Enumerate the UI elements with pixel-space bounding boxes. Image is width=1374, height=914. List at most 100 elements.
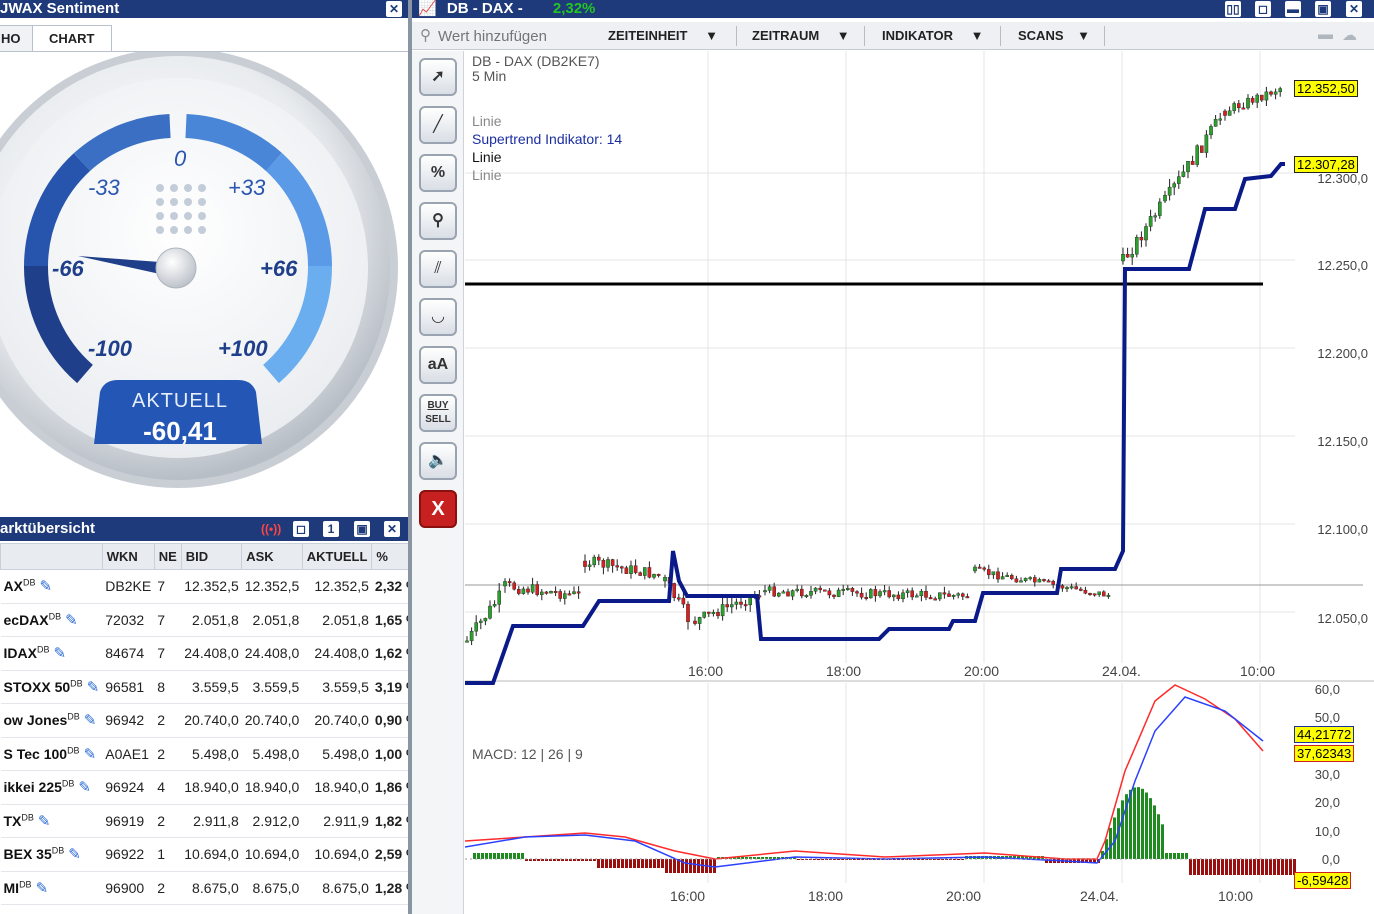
col-aktuell[interactable]: AKTUELL [302, 544, 372, 570]
menu-sep [736, 26, 737, 46]
candle [906, 591, 909, 593]
columns-icon[interactable]: ▯▯ [1225, 1, 1241, 17]
window-icon[interactable]: ◻ [1255, 1, 1271, 17]
table-row[interactable]: TXDB✎9691922.911,82.912,02.911,91,82 % [1, 804, 422, 838]
restore-icon[interactable]: ◻ [293, 521, 309, 537]
table-row[interactable]: STOXX 50DB✎9658183.559,53.559,53.559,53,… [1, 670, 422, 704]
market-title-bar: arktübersicht [0, 517, 408, 541]
pencil-icon[interactable]: ✎ [39, 578, 52, 595]
maximize-icon[interactable]: ▣ [354, 521, 370, 537]
table-row[interactable]: MIDB✎9690028.675,08.675,08.675,01,28 % [1, 871, 422, 905]
cloud-icon[interactable]: ☁ [1342, 26, 1357, 44]
chart-maximize-icon[interactable]: ▣ [1315, 1, 1331, 17]
candle [572, 592, 575, 594]
macd-bar [1269, 859, 1272, 875]
candle [1214, 119, 1217, 126]
legend-supertrend[interactable]: Supertrend Indikator: 14 [472, 131, 622, 147]
cell-wkn: 84674 [102, 637, 154, 671]
candle [992, 572, 995, 575]
cell-ask: 2.912,0 [242, 804, 303, 838]
pencil-icon[interactable]: ✎ [38, 813, 51, 830]
cell-ne: 1 [154, 838, 181, 872]
speaker-icon[interactable]: 🔈 [419, 442, 457, 480]
close-icon[interactable]: ✕ [386, 1, 402, 17]
menu-zeitraum[interactable]: ZEITRAUM ▼ [752, 25, 850, 47]
candle [465, 641, 468, 643]
pencil-icon[interactable]: ✎ [53, 645, 66, 662]
candle [869, 589, 872, 597]
candle [488, 606, 491, 618]
line-tool-icon[interactable]: ╱ [419, 106, 457, 144]
chart-close-icon[interactable]: ✕ [1346, 1, 1362, 17]
minimize-icon[interactable]: ▬ [1285, 1, 1301, 17]
macd-bar [653, 859, 656, 868]
price-chart[interactable] [465, 51, 1374, 914]
candle [1135, 237, 1138, 254]
delete-drawings-button[interactable]: X [419, 490, 457, 528]
tab-ho[interactable]: HO [0, 25, 34, 51]
menu-scans[interactable]: SCANS ▼ [1018, 25, 1090, 47]
cell-ne: 2 [154, 804, 181, 838]
menu-sep [1104, 26, 1105, 46]
candle [911, 591, 914, 597]
table-row[interactable]: S Tec 100DB✎A0AE125.498,05.498,05.498,01… [1, 737, 422, 771]
price-tick: 12.250,0 [1317, 258, 1368, 273]
legend-linie-2[interactable]: Linie [472, 149, 502, 165]
legend-linie-3[interactable]: Linie [472, 167, 502, 183]
macd-bar [1169, 853, 1172, 859]
channel-tool-icon[interactable]: ⫽ [419, 250, 457, 288]
pencil-icon[interactable]: ✎ [68, 846, 81, 863]
arc-tool-icon[interactable]: ◡ [419, 298, 457, 336]
macd-bar [617, 859, 620, 868]
cell-bid: 24.408,0 [181, 637, 242, 671]
cursor-tool-icon[interactable]: ➚ [419, 58, 457, 96]
pencil-icon[interactable]: ✎ [78, 779, 91, 796]
candle [883, 590, 886, 592]
candle [1047, 581, 1050, 583]
menu-zeiteinheit[interactable]: ZEITEINHEIT ▼ [608, 25, 718, 47]
macd-bar [1265, 859, 1268, 875]
macd-bar [837, 859, 840, 860]
pencil-icon[interactable]: ✎ [84, 746, 97, 763]
add-value-input[interactable] [438, 26, 588, 46]
text-tool-button[interactable]: aA [419, 346, 457, 384]
one-icon[interactable]: 1 [323, 521, 339, 537]
candle [1246, 98, 1249, 108]
col-ask[interactable]: ASK [242, 544, 303, 570]
instrument-source: DB [37, 645, 50, 655]
folder-icon[interactable]: ▬ [1318, 26, 1333, 43]
tab-chart[interactable]: CHART [32, 25, 112, 51]
table-row[interactable]: ikkei 225DB✎96924418.940,018.940,018.940… [1, 771, 422, 805]
percent-tool-icon[interactable]: % [419, 154, 457, 192]
price-tick: 12.100,0 [1317, 522, 1368, 537]
buy-sell-button[interactable]: BUY SELL [419, 394, 457, 432]
candle [1154, 216, 1157, 218]
table-row[interactable]: AXDB✎DB2KE712.352,512.352,512.352,52,32 … [1, 570, 422, 604]
col-wkn[interactable]: WKN [102, 544, 154, 570]
candle [735, 602, 738, 605]
candle [597, 557, 600, 560]
pencil-icon[interactable]: ✎ [87, 679, 100, 696]
candle [475, 623, 478, 632]
pencil-icon[interactable]: ✎ [65, 612, 78, 629]
broadcast-icon[interactable]: ((•)) [261, 521, 281, 537]
col-ne[interactable]: NE [154, 544, 181, 570]
candle [498, 591, 501, 604]
macd-bar [485, 853, 488, 859]
table-row[interactable]: BEX 35DB✎96922110.694,010.694,010.694,02… [1, 838, 422, 872]
cell-ask: 24.408,0 [242, 637, 303, 671]
table-row[interactable]: ecDAXDB✎7203272.051,82.051,82.051,81,65 … [1, 603, 422, 637]
candle [698, 617, 701, 623]
macd-tag-hist: -6,59428 [1294, 872, 1351, 889]
chart-area[interactable] [465, 51, 1374, 914]
table-row[interactable]: ow JonesDB✎96942220.740,020.740,020.740,… [1, 704, 422, 738]
table-row[interactable]: IDAXDB✎84674724.408,024.408,024.408,01,6… [1, 637, 422, 671]
legend-linie-1[interactable]: Linie [472, 113, 502, 129]
col-bid[interactable]: BID [181, 544, 242, 570]
macd-bar [1233, 859, 1236, 875]
zoom-tool-icon[interactable]: ⚲ [419, 202, 457, 240]
menu-indikator[interactable]: INDIKATOR ▼ [882, 25, 984, 47]
pencil-icon[interactable]: ✎ [84, 712, 97, 729]
market-close-icon[interactable]: ✕ [384, 521, 400, 537]
pencil-icon[interactable]: ✎ [36, 880, 49, 897]
